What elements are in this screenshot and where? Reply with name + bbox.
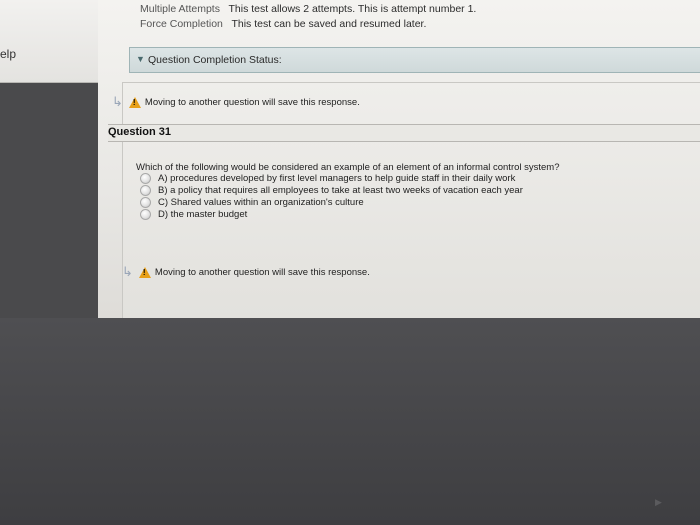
answer-option-label: D) the master budget	[158, 209, 248, 220]
multiple-attempts-value: This test allows 2 attempts. This is att…	[228, 3, 477, 15]
save-warning-top: ↳ Moving to another question will save t…	[112, 94, 360, 110]
force-completion-label: Force Completion	[140, 18, 223, 30]
return-arrow-icon: ↳	[122, 264, 133, 279]
answer-option-d[interactable]: D) the master budget	[140, 209, 247, 220]
answer-option-label: A) procedures developed by first level m…	[158, 173, 516, 184]
chevron-down-icon[interactable]: ▼	[136, 54, 145, 64]
answer-option-label: C) Shared values within an organization'…	[158, 197, 364, 208]
force-completion-row: Force Completion This test can be saved …	[140, 17, 476, 32]
save-warning-text: Moving to another question will save thi…	[144, 96, 360, 108]
sidebar-help-label[interactable]: elp	[0, 47, 16, 61]
warning-icon	[128, 96, 141, 108]
answer-option-b[interactable]: B) a policy that requires all employees …	[140, 185, 523, 196]
answer-option-c[interactable]: C) Shared values within an organization'…	[140, 197, 364, 208]
radio-button-b[interactable]	[140, 185, 151, 196]
sidebar: elp	[0, 0, 98, 83]
radio-button-a[interactable]	[140, 173, 151, 184]
question-completion-status-label: Question Completion Status:	[148, 54, 282, 66]
scroll-arrow-icon[interactable]: ▶	[655, 497, 662, 508]
question-completion-status-bar[interactable]: ▼ Question Completion Status:	[129, 47, 700, 73]
warning-icon	[138, 266, 151, 278]
question-text: Which of the following would be consider…	[136, 162, 560, 173]
question-title: Question 31	[108, 126, 171, 138]
answer-option-label: B) a policy that requires all employees …	[158, 185, 523, 196]
answer-option-a[interactable]: A) procedures developed by first level m…	[140, 173, 515, 184]
attempts-info: Multiple Attempts This test allows 2 att…	[140, 2, 476, 32]
return-arrow-icon: ↳	[112, 94, 123, 109]
radio-button-d[interactable]	[140, 209, 151, 220]
force-completion-value: This test can be saved and resumed later…	[231, 18, 427, 30]
multiple-attempts-label: Multiple Attempts	[140, 3, 220, 15]
multiple-attempts-row: Multiple Attempts This test allows 2 att…	[140, 2, 476, 17]
radio-button-c[interactable]	[140, 197, 151, 208]
save-warning-bottom: ↳ Moving to another question will save t…	[122, 264, 370, 280]
page-background	[0, 318, 700, 525]
question-header: Question 31	[108, 124, 700, 142]
save-warning-text: Moving to another question will save thi…	[154, 266, 370, 278]
